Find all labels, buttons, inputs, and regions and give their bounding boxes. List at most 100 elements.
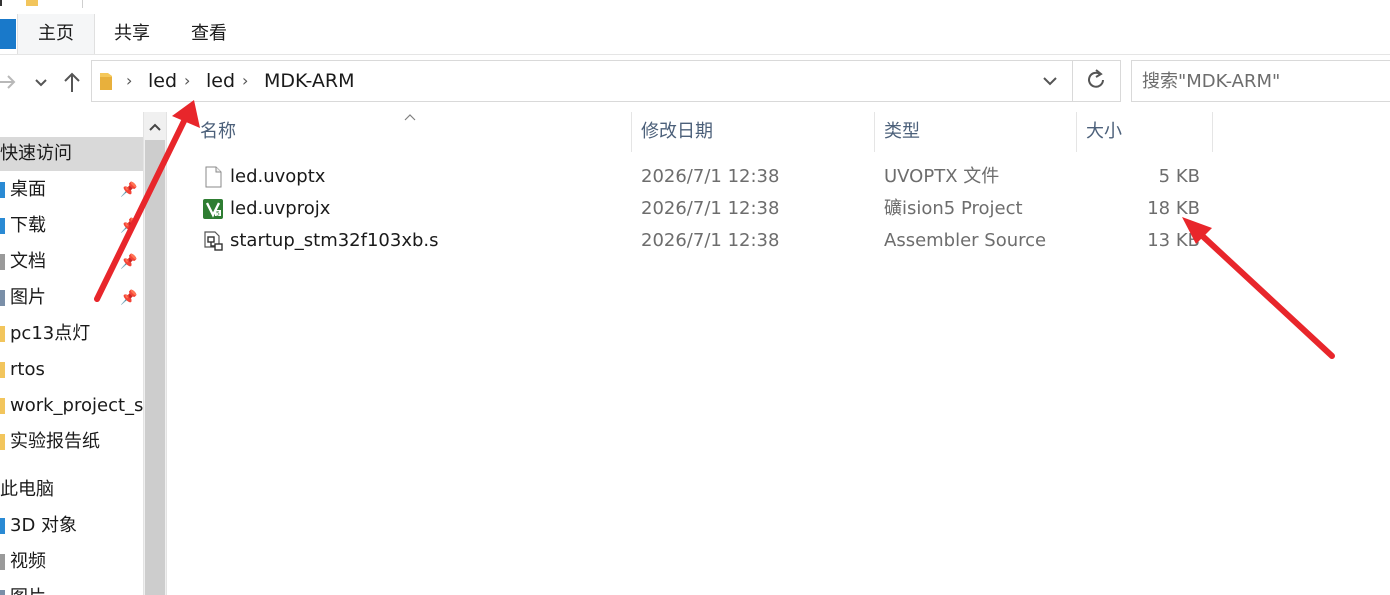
breadcrumb-led-1[interactable]: led [148, 61, 177, 101]
navigation-bar: › led › led › MDK-ARM [0, 55, 1390, 108]
sidebar-item-label: 实验报告纸 [10, 431, 100, 452]
sidebar-item-lab-report[interactable]: 实验报告纸 [0, 425, 143, 459]
address-dropdown-button[interactable] [1028, 61, 1072, 101]
sidebar-item-pc13[interactable]: pc13点灯 [0, 317, 143, 351]
sidebar-item-label: 桌面 [10, 179, 46, 200]
ribbon-tabs: 主页 共享 查看 [0, 14, 1390, 55]
sidebar-item-label: rtos [10, 359, 45, 380]
column-divider[interactable] [874, 112, 875, 152]
sidebar-item-label: 此电脑 [0, 479, 54, 500]
sidebar-item-label: 3D 对象 [10, 515, 78, 536]
sidebar-item-label: 视频 [10, 551, 46, 572]
quick-access-toolbar-icons [0, 0, 38, 6]
pin-icon[interactable]: 📌 [120, 245, 137, 279]
sidebar-item-quick-access[interactable]: 快速访问 [0, 137, 143, 171]
breadcrumb-separator[interactable]: › [184, 61, 190, 101]
scroll-up-button[interactable] [144, 114, 166, 140]
column-header-date[interactable]: 修改日期 [641, 112, 713, 152]
svg-text:5: 5 [216, 211, 220, 218]
navigation-pane: 快速访问 桌面 📌 下载 📌 文档 📌 图片 📌 pc13点灯 rtos wor… [0, 112, 143, 595]
sidebar-item-rtos[interactable]: rtos [0, 353, 143, 387]
breadcrumb-mdk-arm[interactable]: MDK-ARM [264, 61, 355, 101]
refresh-icon [1087, 69, 1104, 88]
file-type: Assembler Source [884, 230, 1047, 251]
video-icon [0, 554, 5, 570]
file-size: 5 KB [1158, 166, 1200, 187]
sort-ascending-icon [404, 114, 416, 121]
file-tab[interactable] [0, 19, 16, 49]
sidebar-item-pictures[interactable]: 图片 📌 [0, 281, 143, 315]
folder-icon [0, 434, 5, 450]
refresh-button[interactable] [1073, 60, 1121, 102]
column-header-type[interactable]: 类型 [884, 112, 920, 152]
keil-project-icon: 5 [203, 199, 223, 219]
scroll-thumb[interactable] [145, 140, 165, 595]
sidebar-item-pc-pictures[interactable]: 图片 [0, 581, 143, 595]
column-divider[interactable] [631, 112, 632, 152]
forward-arrow-icon [0, 75, 16, 89]
sidebar-item-work-project[interactable]: work_project_se [0, 389, 143, 423]
tab-home[interactable]: 主页 [17, 14, 95, 54]
pin-icon[interactable]: 📌 [120, 173, 137, 207]
pin-icon[interactable]: 📌 [120, 209, 137, 243]
breadcrumb-separator[interactable]: › [126, 61, 132, 101]
file-name: led.uvprojx [230, 198, 331, 219]
up-button[interactable] [58, 65, 86, 99]
table-row[interactable]: 5 led.uvprojx 2026/7/1 12:38 礦ision5 Pro… [170, 193, 1220, 225]
address-bar[interactable]: › led › led › MDK-ARM [91, 60, 1073, 102]
blank-file-icon [205, 166, 222, 188]
folder-icon [100, 73, 112, 90]
column-header-size[interactable]: 大小 [1086, 112, 1122, 152]
breadcrumb-led-2[interactable]: led [206, 61, 235, 101]
chevron-down-icon [35, 79, 47, 87]
sidebar-item-this-pc[interactable]: 此电脑 [0, 473, 143, 507]
breadcrumb-separator[interactable]: › [242, 61, 248, 101]
document-icon [0, 254, 5, 270]
desktop-icon [0, 182, 5, 198]
folder-icon [0, 326, 5, 342]
table-row[interactable]: startup_stm32f103xb.s 2026/7/1 12:38 Ass… [170, 225, 1220, 257]
sidebar-item-downloads[interactable]: 下载 📌 [0, 209, 143, 243]
tab-share[interactable]: 共享 [94, 14, 170, 54]
file-list: 名称 修改日期 类型 大小 led.uvoptx 2026/7/1 12:38 … [170, 112, 1390, 595]
column-divider[interactable] [1076, 112, 1077, 152]
title-separator [82, 0, 83, 8]
sidebar-item-label: 图片 [10, 581, 46, 595]
up-arrow-icon [64, 72, 80, 92]
file-size: 18 KB [1147, 198, 1200, 219]
sidebar-item-label: work_project_se [10, 395, 143, 416]
sidebar-item-label: 下载 [10, 215, 46, 236]
download-icon [0, 218, 5, 234]
pictures-icon [0, 290, 5, 306]
file-date: 2026/7/1 12:38 [641, 230, 780, 251]
table-row[interactable]: led.uvoptx 2026/7/1 12:38 UVOPTX 文件 5 KB [170, 161, 1220, 193]
pin-icon[interactable]: 📌 [120, 281, 137, 315]
column-header-name[interactable]: 名称 [200, 112, 236, 152]
sidebar-item-label: pc13点灯 [10, 323, 91, 344]
folder-icon [0, 362, 5, 378]
sidebar-item-label: 文档 [10, 251, 46, 272]
file-date: 2026/7/1 12:38 [641, 166, 780, 187]
file-name: startup_stm32f103xb.s [230, 230, 439, 251]
folder-icon [0, 398, 5, 414]
chevron-up-icon [149, 123, 161, 131]
sidebar-item-desktop[interactable]: 桌面 📌 [0, 173, 143, 207]
search-box[interactable] [1131, 60, 1390, 102]
sidebar-item-videos[interactable]: 视频 [0, 545, 143, 579]
sidebar-item-documents[interactable]: 文档 📌 [0, 245, 143, 279]
recent-locations-button[interactable] [28, 65, 54, 99]
pictures-icon [0, 590, 5, 595]
chevron-down-icon [1043, 77, 1057, 86]
sidebar-item-3d-objects[interactable]: 3D 对象 [0, 509, 143, 543]
file-type: UVOPTX 文件 [884, 166, 1000, 187]
sidebar-item-label: 快速访问 [0, 143, 72, 164]
column-divider[interactable] [1212, 112, 1213, 152]
file-size: 13 KB [1147, 230, 1200, 251]
file-name: led.uvoptx [230, 166, 326, 187]
forward-button[interactable] [0, 65, 22, 99]
file-explorer-window: 主页 共享 查看 › led › led › MDK-ARM 搜索"MDK-AR… [0, 0, 1390, 595]
file-type: 礦ision5 Project [884, 198, 1023, 219]
search-input[interactable] [1142, 61, 1382, 101]
sidebar-scrollbar[interactable] [143, 112, 167, 595]
tab-view[interactable]: 查看 [170, 14, 248, 54]
